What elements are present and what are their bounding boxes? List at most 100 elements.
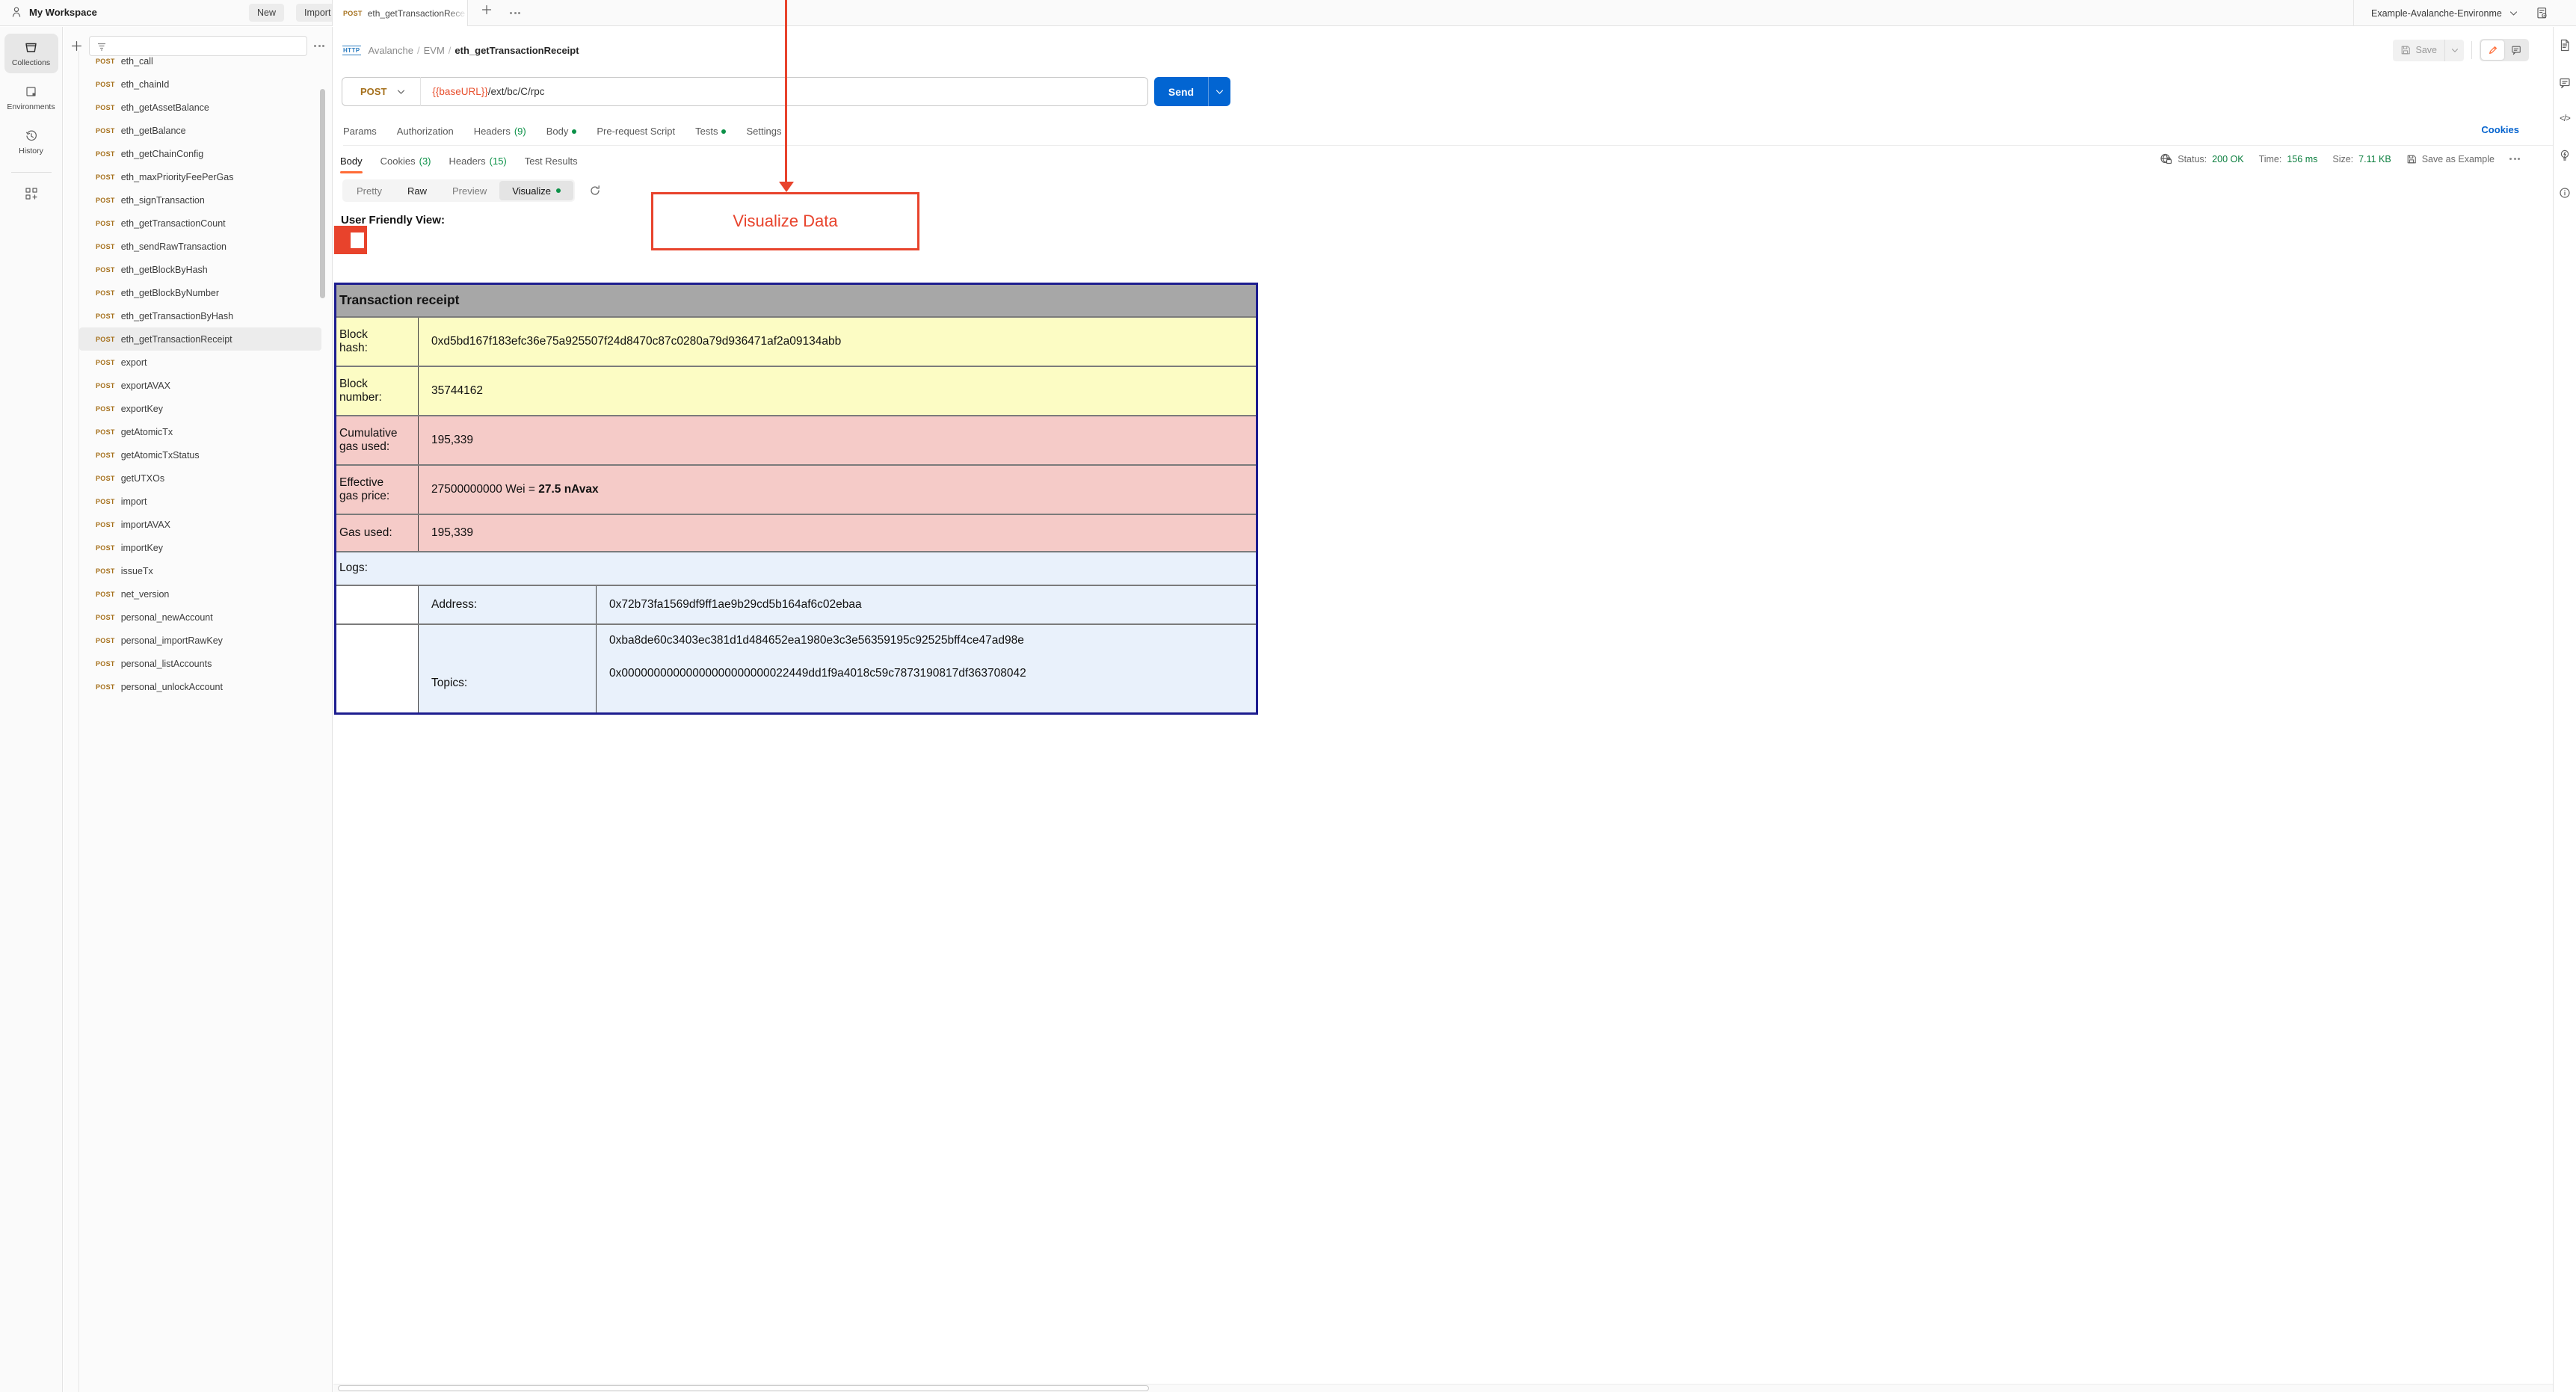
status-value[interactable]: 200 OK: [2212, 154, 2243, 164]
save-options-chevron-icon[interactable]: [2444, 39, 2464, 61]
comments-icon[interactable]: [2559, 77, 2571, 89]
list-item[interactable]: POST personal_listAccounts: [79, 652, 321, 675]
list-item[interactable]: POST eth_getBalance: [79, 119, 321, 142]
save-response-icon[interactable]: [2406, 154, 2417, 164]
sidebar-more-icon[interactable]: [314, 45, 324, 47]
list-item[interactable]: POST personal_importRawKey: [79, 629, 321, 652]
edit-mode-button[interactable]: [2481, 40, 2504, 60]
save-as-example-button[interactable]: Save as Example: [2422, 154, 2495, 164]
request-tab-item[interactable]: Tests: [695, 126, 727, 137]
list-item[interactable]: POST eth_call: [79, 49, 321, 73]
response-tab-item[interactable]: Test Results: [525, 148, 578, 176]
list-item[interactable]: POST import: [79, 490, 321, 513]
tab-green-dot: [721, 129, 727, 134]
list-item[interactable]: POST getAtomicTxStatus: [79, 443, 321, 466]
list-item[interactable]: POST exportAVAX: [79, 374, 321, 397]
breadcrumb-request[interactable]: eth_getTransactionReceipt: [455, 45, 579, 56]
breadcrumb-collection[interactable]: Avalanche: [369, 45, 413, 56]
list-item[interactable]: POST issueTx: [79, 559, 321, 582]
info-icon[interactable]: [2559, 187, 2571, 199]
list-item[interactable]: POST eth_getTransactionReceipt: [79, 327, 321, 351]
breadcrumb: Avalanche / EVM / eth_getTransactionReceipt: [368, 44, 579, 56]
list-item[interactable]: POST exportKey: [79, 397, 321, 420]
list-item[interactable]: POST net_version: [79, 582, 321, 606]
request-tab-item[interactable]: Params: [343, 126, 377, 137]
list-item[interactable]: POST eth_getBlockByNumber: [79, 281, 321, 304]
visualize-green-dot: [556, 188, 561, 193]
request-name: personal_listAccounts: [120, 658, 212, 669]
list-item[interactable]: POST eth_getChainConfig: [79, 142, 321, 165]
list-item[interactable]: POST export: [79, 351, 321, 374]
list-item[interactable]: POST importAVAX: [79, 513, 321, 536]
log-address-row: Address: 0x72b73fa1569df9ff1ae9b29cd5b16…: [335, 584, 1258, 625]
edit-comment-toggle: [2480, 39, 2529, 61]
user-friendly-checkbox[interactable]: [334, 226, 367, 254]
list-item[interactable]: POST eth_sendRawTransaction: [79, 235, 321, 258]
list-item[interactable]: POST eth_getAssetBalance: [79, 96, 321, 119]
topic-hash: 0xba8de60c3403ec381d1d484652ea1980e3c3e5…: [609, 633, 1024, 647]
request-tab-item[interactable]: Headers (9): [474, 126, 526, 137]
url-input[interactable]: POST {{baseURL}}/ext/bc/C/rpc: [342, 77, 1148, 106]
view-tab-item[interactable]: Pretty: [344, 181, 395, 200]
request-tab-item[interactable]: Authorization: [397, 126, 454, 137]
send-options-chevron-icon[interactable]: [1208, 77, 1230, 106]
request-tab-item[interactable]: Settings: [746, 126, 781, 137]
request-name: eth_chainId: [120, 78, 170, 90]
comment-button[interactable]: [2504, 40, 2527, 60]
view-tab-item[interactable]: Raw: [395, 181, 440, 200]
new-tab-button[interactable]: [481, 4, 492, 15]
code-snippet-icon[interactable]: </>: [2560, 114, 2571, 123]
response-tab-item[interactable]: Headers (15): [449, 148, 507, 176]
list-item[interactable]: POST personal_unlockAccount: [79, 675, 321, 698]
list-item[interactable]: POST eth_getTransactionByHash: [79, 304, 321, 327]
list-item[interactable]: POST eth_getTransactionCount: [79, 212, 321, 235]
view-tab-item[interactable]: Visualize: [499, 181, 574, 200]
list-item[interactable]: POST getAtomicTx: [79, 420, 321, 443]
breadcrumb-folder[interactable]: EVM: [424, 45, 445, 56]
documentation-icon[interactable]: [2559, 39, 2571, 52]
request-url[interactable]: {{baseURL}}/ext/bc/C/rpc: [432, 86, 544, 97]
environment-name: Example-Avalanche-Environme: [2371, 7, 2502, 19]
method-chevron-icon[interactable]: [397, 89, 405, 95]
environment-quick-look-icon[interactable]: [2536, 7, 2548, 19]
response-more-icon[interactable]: [2509, 158, 2520, 160]
method-badge: POST: [96, 80, 115, 88]
response-tab-item[interactable]: Cookies (3): [380, 148, 431, 176]
row-label: Effective gas price:: [335, 464, 419, 515]
size-value[interactable]: 7.11 KB: [2358, 154, 2391, 164]
network-globe-icon[interactable]: [2160, 153, 2172, 165]
request-tab-item[interactable]: Pre-request Script: [597, 126, 675, 137]
sidebar-item-collections[interactable]: Collections: [4, 34, 58, 73]
list-item[interactable]: POST eth_getBlockByHash: [79, 258, 321, 281]
request-tab-item[interactable]: Body: [546, 126, 577, 137]
time-value[interactable]: 156 ms: [2287, 154, 2317, 164]
refresh-visualizer-icon[interactable]: [589, 185, 601, 197]
request-name: exportKey: [120, 403, 163, 414]
save-button[interactable]: Save: [2393, 45, 2445, 55]
list-item[interactable]: POST eth_maxPriorityFeePerGas: [79, 165, 321, 188]
environment-selector[interactable]: Example-Avalanche-Environme: [2353, 0, 2576, 26]
list-item[interactable]: POST personal_newAccount: [79, 606, 321, 629]
horizontal-scrollbar-thumb[interactable]: [338, 1385, 1149, 1391]
view-tab-item[interactable]: Preview: [440, 181, 499, 200]
new-button[interactable]: New: [249, 4, 285, 22]
tab-options-icon[interactable]: [510, 12, 520, 14]
list-item[interactable]: POST importKey: [79, 536, 321, 559]
list-item[interactable]: POST getUTXOs: [79, 466, 321, 490]
more-tools-grid-icon[interactable]: [24, 186, 39, 201]
list-item[interactable]: POST eth_chainId: [79, 73, 321, 96]
response-tab-item[interactable]: Body: [340, 148, 363, 176]
horizontal-scrollbar-track[interactable]: [333, 1384, 2553, 1392]
sidebar-item-history[interactable]: History: [4, 123, 58, 161]
request-name: import: [120, 496, 147, 507]
workspace-title[interactable]: My Workspace: [29, 7, 97, 18]
user-avatar-icon[interactable]: [10, 6, 22, 18]
tab-green-dot: [572, 129, 577, 134]
list-item[interactable]: POST eth_signTransaction: [79, 188, 321, 212]
sidebar-item-environments[interactable]: Environments: [4, 78, 58, 117]
sidebar-scrollbar[interactable]: [320, 89, 325, 298]
request-tab[interactable]: POST eth_getTransactionRece: [332, 0, 468, 26]
send-button[interactable]: Send: [1154, 77, 1230, 106]
cookies-link[interactable]: Cookies: [2481, 124, 2519, 135]
postbot-lightbulb-icon[interactable]: [2559, 149, 2571, 161]
